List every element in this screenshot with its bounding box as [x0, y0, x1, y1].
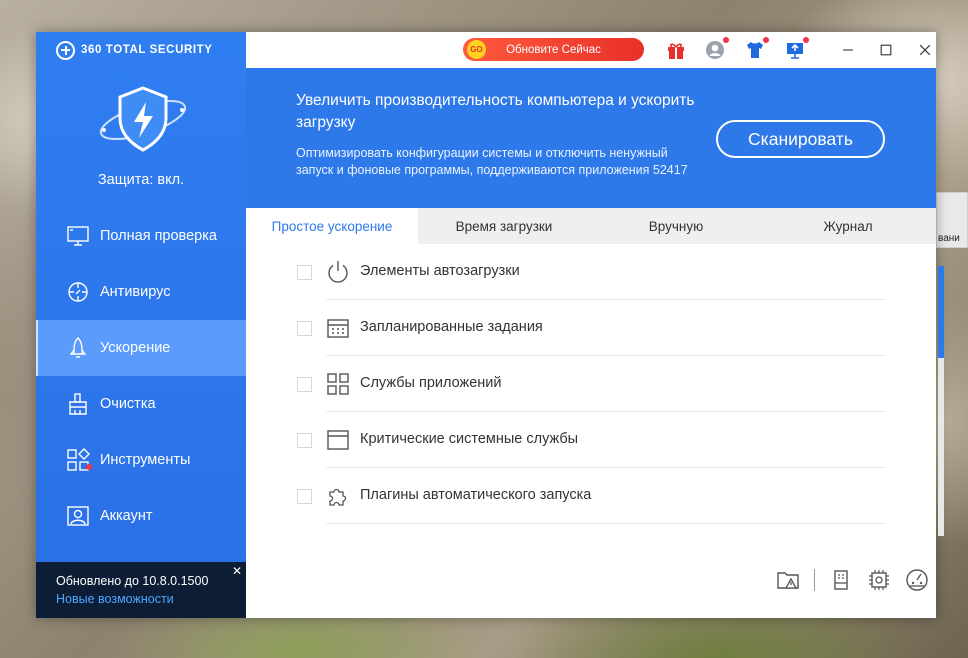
update-notice: Обновлено до 10.8.0.1500 Новые возможнос… [36, 562, 246, 618]
notification-dot [803, 37, 809, 43]
desktop-thumbnail[interactable]: вани [936, 192, 968, 248]
shield-icon [96, 84, 190, 156]
sidebar: 360 TOTAL SECURITY Защита: вкл. Полная п… [36, 32, 246, 618]
rocket-icon [66, 336, 90, 360]
puzzle-icon [326, 484, 350, 508]
close-button[interactable] [915, 40, 935, 60]
notification-dot [86, 464, 92, 470]
optimization-list: Элементы автозагрузки Запланированные за… [246, 244, 936, 524]
user-icon [66, 504, 90, 528]
banner-title: Увеличить производительность компьютера … [296, 92, 695, 131]
monitor-icon [66, 224, 90, 248]
feedback-monitor-icon[interactable] [784, 37, 809, 61]
list-item-scheduled-tasks[interactable]: Запланированные задания [246, 300, 936, 356]
protection-status: Защита: вкл. [97, 172, 185, 188]
calendar-icon [326, 316, 350, 340]
sidebar-item-label: Очистка [100, 396, 156, 412]
scan-button[interactable]: Сканировать [716, 120, 885, 158]
list-item-autostart-plugins[interactable]: Плагины автоматического запуска [246, 468, 936, 524]
toolbar-separator [814, 569, 815, 591]
list-item-label: Критические системные службы [360, 431, 579, 447]
upgrade-now-button[interactable]: GO Обновите Сейчас [463, 38, 644, 61]
main-panel: GO Обновите Сейчас Увеличить производите… [246, 32, 944, 618]
update-close-icon[interactable]: ✕ [232, 564, 242, 578]
crosshair-icon [66, 280, 90, 304]
list-item-startup-items[interactable]: Элементы автозагрузки [246, 244, 936, 300]
list-item-label: Запланированные задания [360, 319, 543, 335]
tab-manual[interactable]: Вручную [590, 208, 762, 244]
speedup-tabs: Простое ускорение Время загрузки Вручную… [246, 208, 936, 244]
app-services-checkbox[interactable] [297, 377, 312, 392]
list-item-critical-services[interactable]: Критические системные службы [246, 412, 936, 468]
brush-icon [66, 392, 90, 416]
brand: 360 TOTAL SECURITY [56, 40, 213, 60]
notification-dot [723, 37, 729, 43]
disk-icon[interactable] [829, 568, 853, 592]
sidebar-item-tools[interactable]: Инструменты [36, 432, 246, 488]
upgrade-now-label: Обновите Сейчас [506, 43, 601, 56]
profile-icon[interactable] [704, 37, 729, 61]
speedometer-icon[interactable] [905, 568, 929, 592]
skin-shirt-icon[interactable] [744, 37, 769, 61]
sidebar-item-cleanup[interactable]: Очистка [36, 376, 246, 432]
list-scrollbar[interactable] [938, 266, 944, 536]
scrollbar-thumb[interactable] [938, 266, 944, 358]
sidebar-item-speedup[interactable]: Ускорение [36, 320, 246, 376]
list-item-label: Элементы автозагрузки [360, 263, 520, 279]
notification-dot [763, 37, 769, 43]
whats-new-link[interactable]: Новые возможности [56, 592, 246, 606]
go-badge-icon: GO [467, 40, 486, 59]
folder-warning-icon[interactable] [776, 568, 800, 592]
speedup-banner: Увеличить производительность компьютера … [246, 68, 936, 208]
startup-items-checkbox[interactable] [297, 265, 312, 280]
sidebar-item-label: Инструменты [100, 452, 191, 468]
brand-name: 360 TOTAL SECURITY [81, 44, 213, 56]
maximize-button[interactable] [876, 40, 896, 60]
update-version: Обновлено до 10.8.0.1500 [56, 574, 209, 588]
list-item-label: Службы приложений [360, 375, 502, 391]
critical-services-checkbox[interactable] [297, 433, 312, 448]
list-item-label: Плагины автоматического запуска [360, 487, 592, 503]
brand-logo-icon [56, 40, 75, 60]
list-item-app-services[interactable]: Службы приложений [246, 356, 936, 412]
sidebar-item-antivirus[interactable]: Антивирус [36, 264, 246, 320]
sidebar-item-full-scan[interactable]: Полная проверка [36, 208, 246, 264]
tab-log[interactable]: Журнал [762, 208, 934, 244]
apps-grid-icon [326, 372, 350, 396]
title-bar: GO Обновите Сейчас [246, 32, 936, 68]
autostart-plugins-checkbox[interactable] [297, 489, 312, 504]
sidebar-item-label: Полная проверка [100, 228, 217, 244]
tools-grid-icon [66, 448, 92, 472]
banner-description: Оптимизировать конфигурации системы и от… [296, 146, 688, 177]
bottom-toolbar [776, 568, 929, 592]
sidebar-item-label: Антивирус [100, 284, 171, 300]
sidebar-item-account[interactable]: Аккаунт [36, 488, 246, 544]
divider [326, 523, 886, 524]
gift-icon[interactable] [665, 39, 687, 61]
app-window: 360 TOTAL SECURITY Защита: вкл. Полная п… [36, 32, 944, 618]
desktop-thumbnail-label: вани [938, 233, 960, 244]
window-icon [326, 428, 350, 452]
tab-boot-time[interactable]: Время загрузки [418, 208, 590, 244]
sidebar-item-label: Ускорение [100, 340, 171, 356]
scheduled-tasks-checkbox[interactable] [297, 321, 312, 336]
minimize-button[interactable] [838, 40, 858, 60]
sidebar-item-label: Аккаунт [100, 508, 153, 524]
power-icon [326, 260, 350, 284]
tab-simple-speedup[interactable]: Простое ускорение [246, 208, 418, 244]
cpu-chip-icon[interactable] [867, 568, 891, 592]
sidebar-nav: Полная проверка Антивирус Ускорение Очис… [36, 208, 246, 544]
